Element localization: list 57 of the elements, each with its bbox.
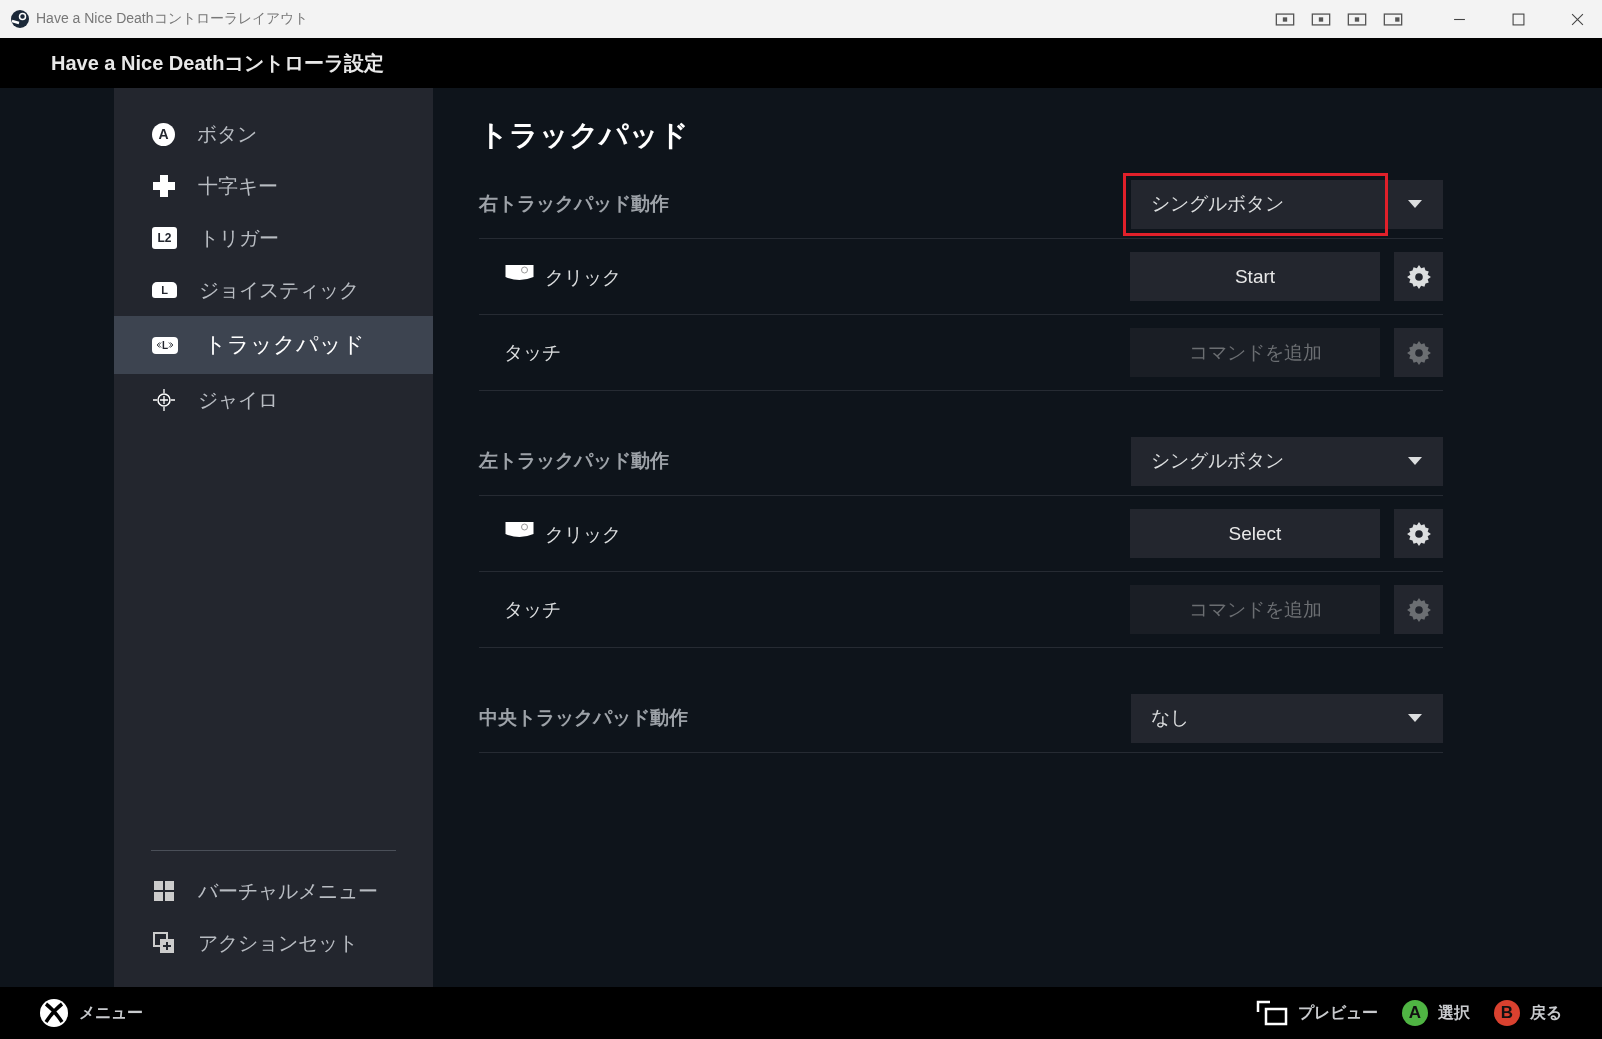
trackpad-click-icon [504,262,535,283]
mode-dropdown[interactable]: シングルボタン [1131,436,1443,486]
a-button-icon: A [152,122,175,146]
dpad-icon [152,174,176,198]
setting-label: 右トラックパッド動作 [479,192,669,216]
input-label: タッチ [504,340,561,365]
controller-button-badge: B [1494,1000,1520,1026]
sidebar-item[interactable]: A ボタン [114,108,433,160]
preview-icon [1256,1000,1288,1026]
binding-button[interactable]: Start [1130,252,1380,301]
settings-icon [1405,520,1432,547]
gyro-icon [152,388,176,412]
settings-icon [1405,339,1432,366]
sidebar-item[interactable]: L2 トリガー [114,212,433,264]
joystick-icon: L [152,282,177,298]
caret-icon [1407,713,1423,723]
sidebar-item[interactable]: L ジョイスティック [114,264,433,316]
settings-icon [1405,596,1432,623]
trigger-icon: L2 [152,227,177,249]
menu-label[interactable]: メニュー [79,1002,143,1024]
window-layout-icon[interactable] [1347,12,1367,26]
caret-icon [1407,456,1423,466]
settings-button[interactable] [1394,509,1443,558]
sidebar-item[interactable]: アクションセット [114,917,433,969]
trackpad-icon: L [152,336,178,354]
controller-button-badge: A [1402,1000,1428,1026]
page-header-title: Have a Nice Deathコントローラ設定 [51,50,385,76]
input-label: クリック [545,522,621,547]
sidebar-item[interactable]: L トラックパッド [114,316,433,374]
input-label: クリック [545,265,621,290]
controller-logo-icon [39,998,69,1028]
settings-button[interactable] [1394,252,1443,301]
grid-icon [152,879,176,903]
action-hint[interactable]: 選択 [1438,1002,1470,1024]
window-layout-icon[interactable] [1275,12,1295,26]
sidebar-item[interactable]: ジャイロ [114,374,433,426]
mode-dropdown[interactable]: なし [1131,693,1443,743]
mode-dropdown[interactable]: シングルボタン [1131,179,1443,229]
window-layout-icon[interactable] [1383,12,1403,26]
action-hint[interactable]: プレビュー [1298,1002,1378,1024]
layers-plus-icon [152,931,176,955]
section-title: トラックパッド [479,118,690,153]
sidebar-item[interactable]: 十字キー [114,160,433,212]
maximize-icon[interactable] [1512,12,1525,26]
setting-label: 中央トラックパッド動作 [479,706,688,730]
close-icon[interactable] [1571,12,1584,26]
window-layout-icon[interactable] [1311,12,1331,26]
app-logo-icon [10,9,30,29]
sidebar-item[interactable]: バーチャルメニュー [114,865,433,917]
settings-icon [1405,263,1432,290]
setting-label: 左トラックパッド動作 [479,449,669,473]
trackpad-click-icon [504,519,535,540]
window-title: Have a Nice Deathコントローラレイアウト [36,10,308,28]
binding-button[interactable]: Select [1130,509,1380,558]
input-label: タッチ [504,597,561,622]
caret-icon [1407,199,1423,209]
action-hint[interactable]: 戻る [1530,1002,1562,1024]
